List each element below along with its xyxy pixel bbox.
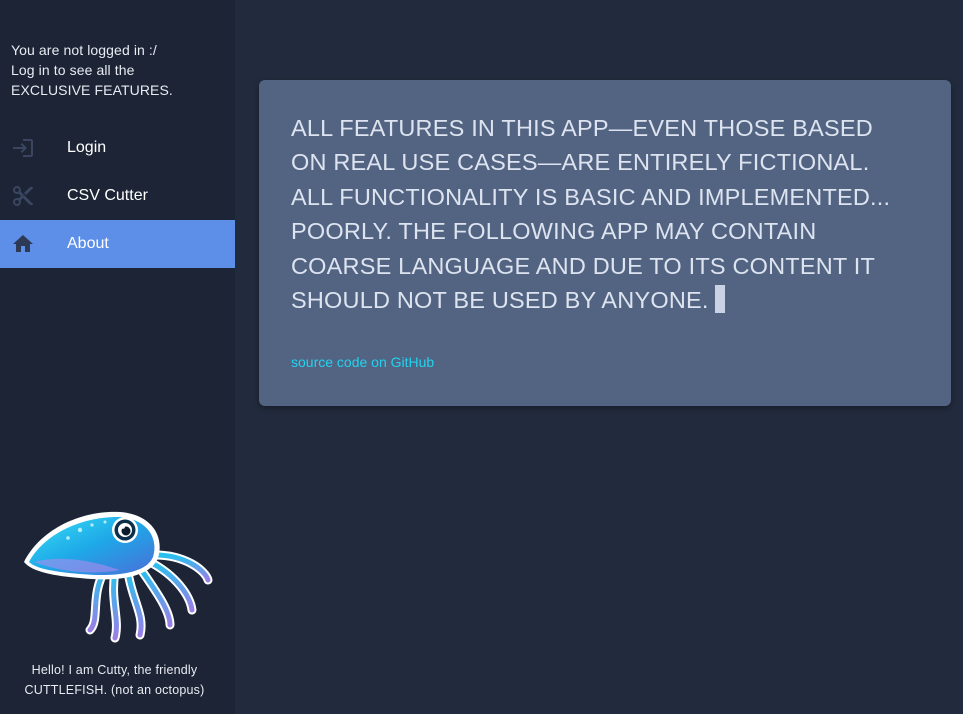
disclaimer-line: COARSE LANGUAGE AND DUE TO ITS CONTENT I… (291, 252, 876, 279)
disclaimer-line: SHOULD NOT BE USED BY ANYONE. (291, 287, 709, 314)
sidebar-item-about[interactable]: About (0, 220, 235, 268)
typing-cursor (714, 285, 725, 314)
app-root: You are not logged in :/ Log in to see a… (0, 0, 963, 714)
login-notice-line: Log in to see all the (11, 62, 135, 78)
login-notice-line: You are not logged in :/ (11, 42, 157, 58)
mascot-caption: Hello! I am Cutty, the friendly CUTTLEFI… (0, 660, 229, 700)
sidebar-item-label: CSV Cutter (67, 187, 148, 204)
disclaimer-line: ON REAL USE CASES—ARE ENTIRELY FICTIONAL… (291, 149, 870, 176)
login-notice: You are not logged in :/ Log in to see a… (11, 40, 173, 100)
source-code-link[interactable]: source code on GitHub (291, 353, 434, 371)
sidebar: You are not logged in :/ Log in to see a… (0, 0, 235, 714)
about-card: ALL FEATURES IN THIS APP—EVEN THOSE BASE… (259, 80, 951, 406)
sidebar-nav: Login CSV Cutter About (0, 124, 235, 268)
disclaimer-last-line-wrapper: SHOULD NOT BE USED BY ANYONE. (291, 283, 931, 317)
disclaimer-line: POORLY. THE FOLLOWING APP MAY CONTAIN (291, 218, 817, 245)
mascot-caption-line: Hello! I am Cutty, the friendly (31, 663, 198, 677)
sidebar-item-login[interactable]: Login (0, 124, 235, 172)
disclaimer-line: ALL FEATURES IN THIS APP—EVEN THOSE BASE… (291, 115, 873, 141)
mascot-caption-line: CUTTLEFISH. (not an octopus) (24, 683, 205, 697)
disclaimer-line: ALL FUNCTIONALITY IS BASIC AND IMPLEMENT… (291, 183, 891, 210)
cuttlefish-mascot-image (20, 500, 214, 644)
sidebar-item-label: Login (67, 139, 107, 156)
login-notice-line: EXCLUSIVE FEATURES. (11, 82, 173, 98)
login-icon (11, 136, 35, 160)
sidebar-item-csv-cutter[interactable]: CSV Cutter (0, 172, 235, 220)
scissors-icon (11, 184, 35, 208)
sidebar-item-label: About (67, 235, 109, 252)
home-icon (11, 232, 35, 256)
disclaimer-text: ALL FEATURES IN THIS APP—EVEN THOSE BASE… (291, 111, 931, 317)
